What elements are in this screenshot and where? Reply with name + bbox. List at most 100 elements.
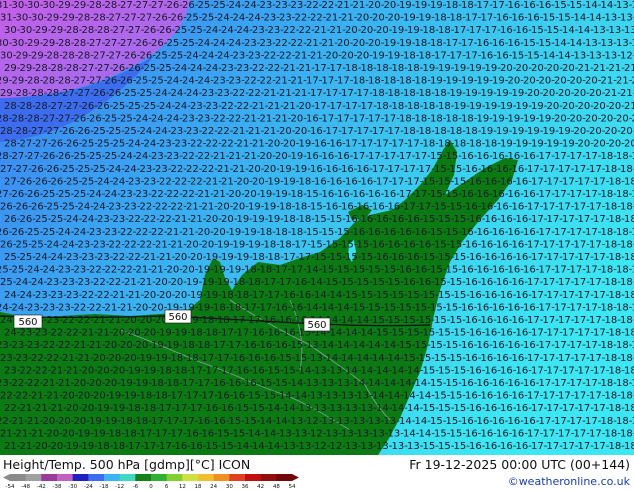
svg-text:25-: 25- (74, 189, 91, 200)
colorbar-swatch (245, 474, 261, 481)
svg-text:22-: 22- (155, 202, 172, 213)
svg-text:16-: 16- (310, 164, 327, 175)
svg-text:17-: 17- (558, 315, 575, 326)
svg-text:17-: 17- (543, 391, 560, 402)
svg-text:19-: 19- (388, 50, 405, 61)
svg-text:16-: 16- (477, 227, 494, 238)
svg-text:24-: 24- (128, 139, 145, 150)
svg-text:25-: 25- (128, 101, 145, 112)
svg-text:19-: 19- (562, 139, 579, 150)
svg-text:15-: 15- (403, 315, 420, 326)
svg-text:14-: 14- (353, 340, 370, 351)
svg-text:15-: 15- (527, 50, 544, 61)
svg-text:15-: 15- (570, 0, 587, 11)
svg-text:27-: 27- (78, 88, 95, 99)
svg-text:16-: 16- (353, 189, 370, 200)
svg-text:23-: 23- (105, 227, 122, 238)
svg-text:19-: 19- (485, 101, 502, 112)
svg-text:18-: 18- (616, 378, 633, 389)
svg-text:15-: 15- (454, 214, 471, 225)
svg-text:21-: 21- (31, 391, 48, 402)
svg-text:18-: 18- (264, 239, 281, 250)
svg-text:22-: 22- (202, 126, 219, 137)
svg-text:16-: 16- (376, 214, 393, 225)
svg-text:25-: 25- (144, 101, 161, 112)
svg-text:21-: 21- (175, 214, 192, 225)
svg-text:17-: 17- (361, 101, 378, 112)
svg-text:21-: 21- (264, 126, 281, 137)
svg-text:18-: 18- (237, 290, 254, 301)
svg-text:16-: 16- (283, 328, 300, 339)
svg-text:15-: 15- (446, 227, 463, 238)
svg-text:21-: 21- (593, 63, 610, 74)
map-title: Height/Temp. 500 hPa [gdmp][°C] ICON (3, 457, 251, 472)
svg-text:15-: 15- (330, 252, 347, 263)
svg-text:16-: 16- (508, 151, 525, 162)
svg-text:15-: 15- (434, 428, 451, 439)
svg-text:16-: 16- (496, 277, 513, 288)
svg-text:20-: 20- (105, 340, 122, 351)
svg-text:18-: 18- (609, 441, 626, 452)
svg-text:20-: 20- (264, 164, 281, 175)
svg-text:19-: 19- (202, 277, 219, 288)
svg-text:16-: 16- (260, 340, 277, 351)
svg-text:15-: 15- (291, 340, 308, 351)
svg-text:16-: 16- (523, 416, 540, 427)
svg-text:27-: 27- (105, 38, 122, 49)
svg-text:20-: 20- (531, 63, 548, 74)
svg-text:17-: 17- (237, 328, 254, 339)
svg-text:17-: 17- (217, 353, 234, 364)
svg-text:23-: 23- (275, 0, 292, 11)
svg-text:19-: 19- (144, 365, 161, 376)
svg-text:30-: 30- (27, 0, 44, 11)
svg-text:17-: 17- (562, 441, 579, 452)
colorbar-swatch (182, 474, 199, 481)
svg-text:17-: 17- (314, 101, 331, 112)
svg-text:14-: 14- (357, 353, 374, 364)
svg-text:17-: 17- (570, 378, 587, 389)
svg-text:16-: 16- (500, 252, 517, 263)
svg-text:13-: 13- (353, 416, 370, 427)
svg-text:18-: 18- (616, 340, 633, 351)
svg-text:26-: 26- (12, 227, 29, 238)
svg-text:12-: 12- (330, 441, 347, 452)
svg-text:18-: 18- (461, 113, 478, 124)
svg-text:25-: 25- (105, 113, 122, 124)
svg-text:29-: 29- (0, 88, 17, 99)
svg-text:14-: 14- (306, 265, 323, 276)
svg-text:18-: 18- (601, 189, 618, 200)
svg-text:20-: 20- (578, 139, 595, 150)
credit-link[interactable]: ©weatheronline.co.uk (508, 475, 630, 488)
svg-text:17-: 17- (144, 441, 161, 452)
svg-text:24-: 24- (155, 88, 172, 99)
svg-text:26-: 26- (167, 0, 184, 11)
svg-text:22-: 22- (291, 38, 308, 49)
svg-text:13-: 13- (357, 391, 374, 402)
svg-text:19-: 19- (496, 88, 513, 99)
svg-text:16-: 16- (481, 428, 498, 439)
svg-text:21-: 21- (74, 340, 91, 351)
colorbar-tick-label: 30 (226, 484, 233, 489)
svg-text:21-: 21- (186, 202, 203, 213)
svg-text:15-: 15- (368, 302, 385, 313)
svg-text:24-: 24- (237, 25, 254, 36)
svg-text:15-: 15- (372, 315, 389, 326)
svg-text:14-: 14- (260, 416, 277, 427)
svg-text:17-: 17- (570, 416, 587, 427)
svg-text:20-: 20- (93, 391, 110, 402)
svg-text:22-: 22- (206, 139, 223, 150)
svg-text:17-: 17- (547, 365, 564, 376)
svg-text:20-: 20- (585, 113, 602, 124)
svg-text:15-: 15- (454, 328, 471, 339)
svg-text:22-: 22- (182, 151, 199, 162)
svg-text:19-: 19- (283, 176, 300, 187)
svg-text:16-: 16- (361, 214, 378, 225)
svg-text:16-: 16- (481, 391, 498, 402)
svg-text:17-: 17- (578, 403, 595, 414)
svg-text:15-: 15- (423, 403, 440, 414)
svg-text:26-: 26- (31, 202, 48, 213)
svg-text:20-: 20- (558, 88, 575, 99)
svg-text:27-: 27- (16, 164, 33, 175)
svg-text:20-: 20- (206, 214, 223, 225)
svg-text:16-: 16- (237, 365, 254, 376)
